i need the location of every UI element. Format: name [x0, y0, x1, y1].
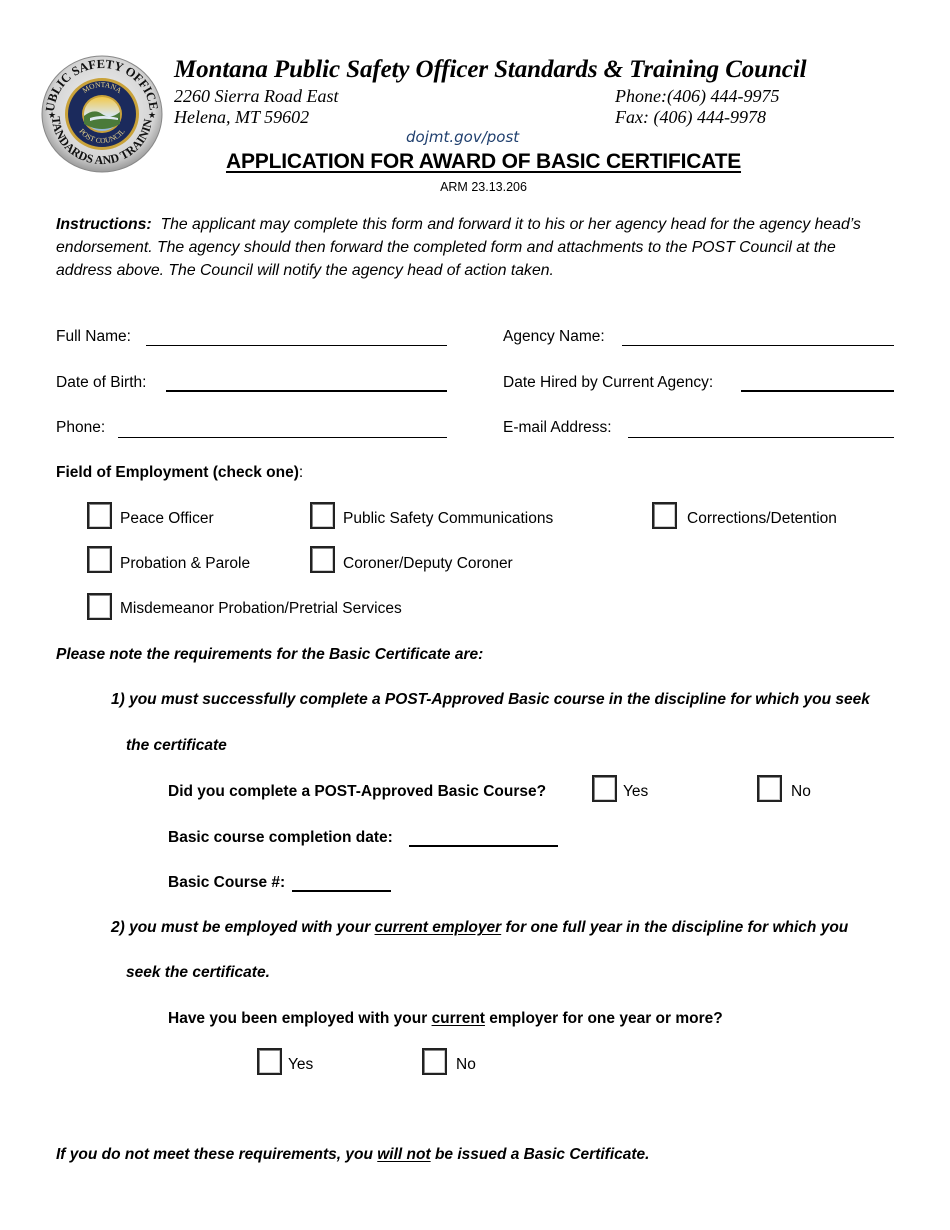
checkbox-employed-yes[interactable]	[257, 1048, 282, 1075]
agency-name-label: Agency Name:	[503, 328, 605, 345]
completion-date-field[interactable]	[409, 845, 558, 847]
document-title: APPLICATION FOR AWARD OF BASIC CERTIFICA…	[225, 150, 742, 173]
option-label-probation-parole: Probation & Parole	[120, 555, 251, 572]
option-label-peace-officer: Peace Officer	[120, 510, 214, 527]
employed-no-label: No	[456, 1056, 476, 1073]
option-label-coroner: Coroner/Deputy Coroner	[343, 555, 513, 572]
warning-post: be issued a Basic Certificate.	[430, 1146, 650, 1163]
requirement-1-line-2: the certificate	[126, 737, 227, 754]
checkbox-misdemeanor-probation[interactable]	[87, 593, 112, 620]
checkbox-employed-no[interactable]	[422, 1048, 447, 1075]
organization-name: Montana Public Safety Officer Standards …	[174, 56, 807, 83]
course-number-label: Basic Course #:	[168, 874, 286, 891]
instructions: Instructions: The applicant may complete…	[56, 213, 886, 282]
course-number-field[interactable]	[292, 890, 391, 892]
course-no-label: No	[791, 783, 811, 800]
dob-label: Date of Birth:	[56, 374, 147, 391]
employment-question-post: employer for one year or more?	[484, 1010, 723, 1027]
employment-heading-suffix: :	[298, 464, 304, 481]
svg-text:★: ★	[148, 110, 156, 120]
employment-question-emphasis: current	[431, 1010, 485, 1027]
option-label-public-safety-communications: Public Safety Communications	[343, 510, 554, 527]
checkbox-peace-officer[interactable]	[87, 502, 112, 529]
agency-name-field[interactable]	[622, 345, 894, 346]
email-label: E-mail Address:	[503, 419, 612, 436]
employed-yes-label: Yes	[288, 1056, 314, 1073]
employment-question: Have you been employed with your current…	[168, 1010, 723, 1028]
checkbox-course-yes[interactable]	[592, 775, 617, 802]
checkbox-public-safety-communications[interactable]	[310, 502, 335, 529]
requirement-2-line-1: 2) you must be employed with your curren…	[111, 919, 848, 937]
fax-number: Fax: (406) 444-9978	[615, 107, 766, 127]
employment-heading-text: Field of Employment (check one)	[56, 464, 299, 481]
date-hired-label: Date Hired by Current Agency:	[503, 374, 714, 391]
requirements-warning: If you do not meet these requirements, y…	[56, 1146, 649, 1164]
address-line-2: Helena, MT 59602	[174, 107, 310, 127]
requirement-2-line-2: seek the certificate.	[126, 964, 270, 981]
checkbox-corrections-detention[interactable]	[652, 502, 677, 529]
basic-course-question: Did you complete a POST-Approved Basic C…	[168, 783, 547, 800]
requirements-heading: Please note the requirements for the Bas…	[56, 646, 484, 663]
checkbox-probation-parole[interactable]	[87, 546, 112, 573]
requirement-2-pre: 2) you must be employed with your	[111, 919, 375, 936]
rule-reference: ARM 23.13.206	[440, 180, 527, 194]
full-name-field[interactable]	[146, 345, 447, 346]
email-field[interactable]	[628, 437, 894, 438]
option-label-misdemeanor-probation: Misdemeanor Probation/Pretrial Services	[120, 600, 402, 617]
completion-date-label: Basic course completion date:	[168, 829, 393, 846]
phone-number: Phone:(406) 444-9975	[615, 86, 780, 106]
date-hired-field[interactable]	[741, 390, 894, 392]
phone-label: Phone:	[56, 419, 106, 436]
full-name-label: Full Name:	[56, 328, 131, 345]
warning-emphasis: will not	[377, 1146, 431, 1163]
checkbox-course-no[interactable]	[757, 775, 782, 802]
employment-question-pre: Have you been employed with your	[168, 1010, 432, 1027]
requirement-2-post: for one full year in the discipline for …	[501, 919, 849, 936]
instructions-label: Instructions:	[56, 216, 152, 233]
instructions-text: The applicant may complete this form and…	[56, 216, 861, 279]
option-label-corrections-detention: Corrections/Detention	[687, 510, 837, 527]
dob-field[interactable]	[166, 390, 447, 392]
svg-text:★: ★	[48, 110, 56, 120]
requirement-2-emphasis: current employer	[374, 919, 502, 936]
website-link[interactable]: dojmt.gov/post	[406, 128, 519, 146]
course-yes-label: Yes	[623, 783, 649, 800]
address-line-1: 2260 Sierra Road East	[174, 86, 339, 106]
checkbox-coroner[interactable]	[310, 546, 335, 573]
employment-heading: Field of Employment (check one):	[56, 464, 303, 482]
warning-pre: If you do not meet these requirements, y…	[56, 1146, 378, 1163]
requirement-1-line-1: 1) you must successfully complete a POST…	[111, 691, 870, 708]
phone-field[interactable]	[118, 437, 447, 438]
